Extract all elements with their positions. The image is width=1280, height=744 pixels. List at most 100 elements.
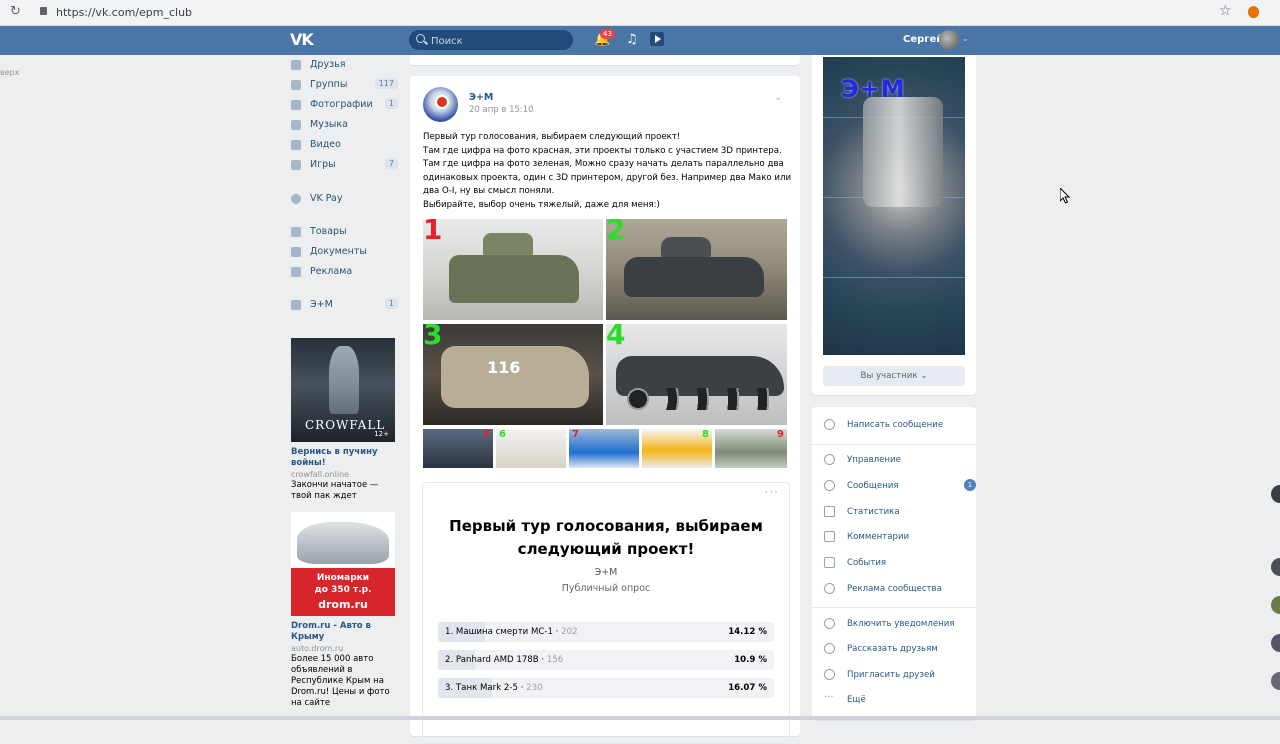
post-text: Первый тур голосования, выбираем следующ… — [423, 131, 791, 212]
post-photo-4[interactable]: 4 — [606, 324, 787, 425]
member-status-button[interactable]: Вы участник ⌄ — [823, 366, 965, 386]
action-label: Управление — [847, 455, 901, 465]
nav-label: Группы — [310, 79, 348, 90]
chevron-down-icon[interactable]: ⌄ — [774, 92, 782, 103]
nav-item-friends[interactable]: Друзья — [288, 57, 398, 75]
ad-title[interactable]: Drom.ru - Авто в Крыму — [291, 621, 395, 643]
post-photo-1[interactable]: 1 — [423, 219, 603, 320]
ad-image[interactable]: CROWFALL 12+ — [291, 338, 395, 442]
poll-option-label: 3. Танк Mark 2-5 · 230 — [445, 683, 543, 693]
post-photo-7[interactable]: 7 — [569, 429, 639, 468]
chat-avatar[interactable] — [1271, 596, 1280, 614]
bookmark-star-icon[interactable]: ☆ — [1219, 3, 1232, 19]
post-photo-8[interactable]: 8 — [642, 429, 712, 468]
extension-icon[interactable] — [1248, 6, 1259, 18]
documents-icon — [291, 247, 301, 257]
chat-avatar[interactable] — [1271, 634, 1280, 652]
car-image — [297, 522, 389, 564]
chat-avatar[interactable] — [1271, 558, 1280, 576]
user-name[interactable]: Сергей — [903, 34, 943, 45]
action-comments[interactable]: Комментарии — [824, 529, 974, 547]
search-input[interactable] — [429, 32, 573, 50]
action-label: Рассказать друзьям — [847, 644, 938, 654]
photo-number: 4 — [606, 324, 626, 351]
action-messages[interactable]: Сообщения 1 — [824, 478, 976, 496]
nav-item-groups[interactable]: Группы 117 — [288, 77, 398, 95]
nav-item-community[interactable]: Э+М 1 — [288, 297, 398, 315]
poll-option-count: 230 — [526, 683, 543, 693]
music-note-icon[interactable]: ♫ — [626, 32, 638, 48]
nav-item-goods[interactable]: Товары — [288, 224, 398, 242]
nav-label: Музыка — [310, 119, 348, 130]
post-date[interactable]: 20 апр в 15:10 — [469, 105, 534, 115]
action-share[interactable]: Рассказать друзьям — [824, 641, 974, 659]
ad-image[interactable]: Иномарки до 350 т.р. drom.ru — [291, 512, 395, 616]
nav-item-vkpay[interactable]: VK Pay — [288, 191, 398, 209]
action-invite[interactable]: Пригласить друзей — [824, 667, 974, 685]
goods-icon — [291, 227, 301, 237]
post-author[interactable]: Э+М — [469, 92, 493, 103]
action-statistics[interactable]: Статистика — [824, 504, 974, 522]
action-notifications[interactable]: Включить уведомления — [824, 616, 974, 634]
poll-option[interactable]: 1. Машина смерти МС-1 · 202 14.12 % — [438, 622, 774, 642]
photo-number: 5 — [483, 429, 490, 440]
events-icon — [824, 557, 835, 568]
chat-avatar[interactable] — [1271, 672, 1280, 690]
nav-item-photos[interactable]: Фотографии 1 — [288, 97, 398, 115]
post-photo-9[interactable]: 9 — [715, 429, 787, 468]
nav-count: 7 — [384, 158, 398, 169]
nav-item-games[interactable]: Игры 7 — [288, 157, 398, 175]
ad-title[interactable]: Вернись в пучину войны! — [291, 447, 395, 469]
gamepad-icon — [291, 160, 301, 170]
post-photo-5[interactable]: 5 — [423, 429, 493, 468]
photo-number: 8 — [702, 429, 709, 440]
video-icon — [291, 140, 301, 150]
more-options-icon[interactable]: ··· — [765, 485, 779, 499]
nav-label: Товары — [310, 226, 347, 237]
action-label: Ещё — [847, 695, 866, 705]
nav-item-video[interactable]: Видео — [288, 137, 398, 155]
poll-option[interactable]: 3. Танк Mark 2-5 · 230 16.07 % — [438, 678, 774, 698]
post-text-line: Там где цифра на фото красная, эти проек… — [423, 145, 782, 156]
poll-type: Публичный опрос — [561, 583, 651, 594]
write-message-button[interactable]: Написать сообщение — [824, 417, 974, 435]
community-cover-image[interactable]: Э+М — [823, 57, 965, 355]
add-user-icon — [824, 669, 835, 680]
search-box[interactable] — [409, 30, 573, 50]
action-events[interactable]: События — [824, 555, 974, 573]
action-community-ads[interactable]: Реклама сообщества — [824, 581, 974, 599]
nav-item-music[interactable]: Музыка — [288, 117, 398, 135]
user-avatar[interactable] — [939, 30, 959, 50]
tank-hull — [441, 346, 589, 408]
chevron-down-icon: ⌄ — [920, 371, 928, 381]
chevron-down-icon[interactable]: ⌄ — [962, 34, 969, 43]
ads-icon — [291, 267, 301, 277]
bell-icon — [824, 618, 835, 629]
vkpay-icon — [291, 194, 301, 204]
post-photo-6[interactable]: 6 — [496, 429, 566, 468]
post-photo-2[interactable]: 2 — [606, 219, 787, 320]
nav-item-documents[interactable]: Документы — [288, 244, 398, 262]
scroll-to-top-link[interactable]: верх — [0, 68, 19, 77]
chat-avatar[interactable] — [1271, 485, 1280, 503]
bar-chart-icon — [824, 506, 835, 517]
vk-logo[interactable]: VK — [290, 31, 316, 49]
action-more[interactable]: ··· Ещё — [824, 692, 974, 710]
poll-option-percent: 10.9 % — [734, 655, 767, 665]
community-avatar[interactable] — [423, 87, 458, 122]
nav-label: Друзья — [310, 59, 346, 70]
poll-author[interactable]: Э+М — [423, 567, 789, 578]
video-play-icon[interactable] — [650, 32, 664, 46]
action-manage[interactable]: Управление — [824, 452, 974, 470]
reload-icon[interactable]: ↻ — [10, 5, 24, 19]
ad-crowfall[interactable]: CROWFALL 12+ Вернись в пучину войны! cro… — [291, 338, 395, 502]
divider — [812, 607, 976, 608]
address-bar[interactable]: https://vk.com/epm_club — [56, 6, 192, 19]
action-label: Написать сообщение — [847, 420, 944, 430]
poll-option[interactable]: 2. Panhard AMD 178B · 156 10.9 % — [438, 650, 774, 670]
ad-drom[interactable]: Иномарки до 350 т.р. drom.ru Drom.ru - А… — [291, 512, 395, 709]
post-photo-3[interactable]: 116 3 — [423, 324, 603, 425]
circuit-line — [823, 277, 965, 278]
nav-count: 117 — [374, 78, 398, 89]
nav-item-ads[interactable]: Реклама — [288, 264, 398, 282]
